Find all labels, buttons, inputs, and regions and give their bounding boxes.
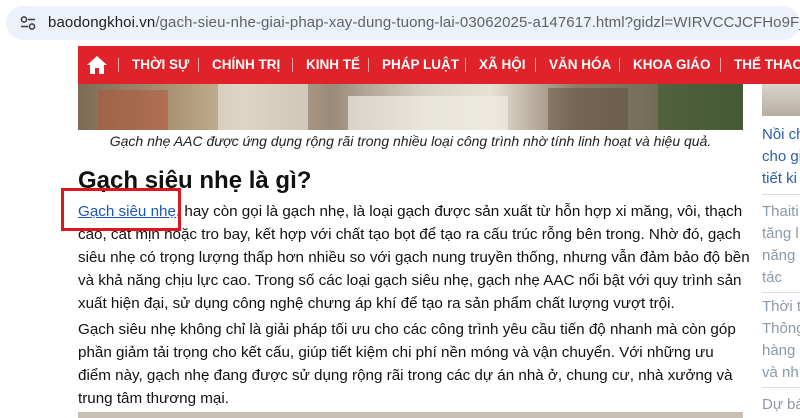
nav-item-phap-luat[interactable]: PHÁP LUẬT	[382, 46, 459, 84]
browser-address-bar: baodongkhoi.vn/gach-sieu-nhe-giai-phap-x…	[0, 0, 800, 46]
paragraph-line: trung tâm thương mại.	[78, 390, 229, 407]
url-text: baodongkhoi.vn/gach-sieu-nhe-giai-phap-x…	[48, 14, 800, 32]
image-region	[218, 84, 308, 130]
paragraph-line: và khả năng chịu lực cao. Trong số các l…	[78, 272, 742, 289]
nav-item-kinh-te[interactable]: KINH TẾ	[306, 46, 360, 84]
image-region	[98, 90, 168, 130]
sidebar-news-text: cho gi	[762, 148, 800, 165]
nav-item-chinh-tri[interactable]: CHÍNH TRỊ	[212, 46, 280, 84]
sidebar-news-text: và nh	[762, 364, 799, 381]
nav-divider	[368, 58, 369, 72]
sidebar-news-text: Thaiti	[762, 203, 799, 220]
nav-divider	[198, 58, 199, 72]
site-settings-icon[interactable]	[20, 16, 36, 30]
sidebar-news-text: Thông	[762, 320, 800, 337]
nav-divider	[292, 58, 293, 72]
sidebar-news-text: Dự bá	[762, 396, 800, 413]
paragraph-line: xuất hiện đại, sử dụng công nghệ chưng á…	[78, 295, 675, 312]
sidebar-news-item[interactable]: Thaiti tăng l năng l tác	[762, 201, 800, 289]
highlight-annotation-box	[61, 188, 181, 231]
url-path: /gach-sieu-nhe-giai-phap-xay-dung-tuong-…	[155, 14, 800, 31]
sidebar-thumbnail[interactable]	[762, 84, 800, 116]
sidebar-divider	[762, 292, 800, 293]
nav-divider	[535, 58, 536, 72]
image-region	[548, 88, 628, 130]
nav-divider	[118, 58, 119, 72]
sidebar-news-text: Thời t	[762, 298, 800, 315]
nav-divider	[619, 58, 620, 72]
main-nav: THỜI SỰ CHÍNH TRỊ KINH TẾ PHÁP LUẬT XÃ H…	[78, 46, 800, 84]
paragraph-line: điểm này, gạch nhẹ đang được sử dụng rộn…	[78, 367, 733, 384]
url-field[interactable]: baodongkhoi.vn/gach-sieu-nhe-giai-phap-x…	[6, 6, 800, 40]
sidebar-news-text: Nồi ch	[762, 126, 800, 143]
right-sidebar: Nồi ch cho gi tiết ki Thaiti tăng l năng…	[752, 84, 800, 418]
nav-item-khoa-giao[interactable]: KHOA GIÁO	[633, 46, 711, 84]
nav-divider	[720, 58, 721, 72]
image-region	[658, 84, 743, 130]
sidebar-news-text: năng l	[762, 247, 800, 264]
sidebar-news-text: tăng l	[762, 225, 799, 242]
sidebar-news-text: hàng	[762, 342, 796, 359]
paragraph-2: Gạch siêu nhẹ không chỉ là giải pháp tối…	[78, 318, 748, 410]
nav-divider	[465, 58, 466, 72]
paragraph-text: , hay còn gọi là gạch nhẹ, là loại gạch …	[175, 203, 743, 220]
next-article-image	[78, 412, 743, 418]
home-icon[interactable]	[86, 55, 108, 75]
nav-item-xa-hoi[interactable]: XÃ HỘI	[479, 46, 526, 84]
paragraph-line: Gạch siêu nhẹ không chỉ là giải pháp tối…	[78, 321, 736, 338]
sidebar-news-item[interactable]: Dự bá	[762, 394, 800, 416]
sidebar-divider	[762, 387, 800, 388]
nav-item-thoi-su[interactable]: THỜI SỰ	[132, 46, 189, 84]
sidebar-news-item[interactable]: Thời t Thông hàng và nh	[762, 296, 800, 384]
nav-item-van-hoa[interactable]: VĂN HÓA	[549, 46, 611, 84]
article-image	[78, 84, 743, 130]
image-caption: Gạch nhẹ AAC được ứng dụng rộng rãi tron…	[109, 133, 712, 149]
sidebar-news-text: tác	[762, 269, 783, 286]
image-region	[348, 96, 508, 130]
sidebar-news-text: tiết ki	[762, 170, 798, 187]
sidebar-divider	[762, 194, 800, 195]
paragraph-line: phần giảm tải trọng cho kết cấu, giúp ti…	[78, 344, 714, 361]
nav-item-the-thao[interactable]: THỂ THAO	[734, 46, 800, 84]
url-host: baodongkhoi.vn	[48, 14, 156, 31]
sidebar-news-item[interactable]: Nồi ch cho gi tiết ki	[762, 124, 800, 190]
paragraph-line: siêu nhẹ có trọng lượng thấp hơn nhiều s…	[78, 249, 750, 266]
